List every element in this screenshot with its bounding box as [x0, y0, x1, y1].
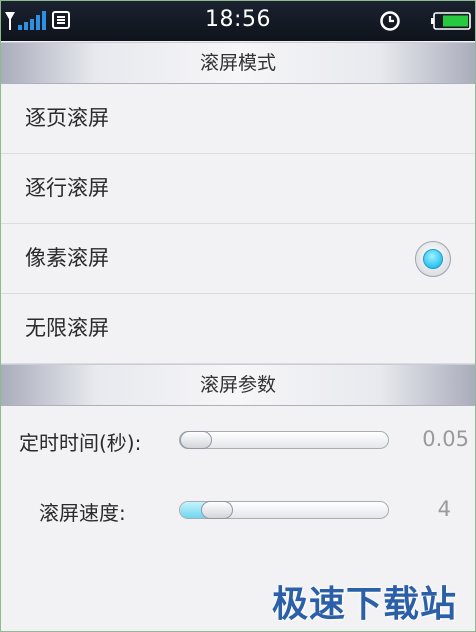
- option-label: 逐行滚屏: [25, 176, 109, 200]
- watermark-logo: 极速下载站: [271, 584, 457, 625]
- radio-selected-dot: [423, 249, 443, 269]
- timer-value: 0.05: [422, 427, 469, 451]
- battery-icon: [431, 12, 471, 30]
- scroll-mode-option-line[interactable]: 逐行滚屏: [1, 154, 475, 224]
- option-label: 无限滚屏: [25, 316, 109, 340]
- speed-value: 4: [437, 497, 451, 521]
- phone-screen: 18:56 滚屏模式 逐页滚屏 逐行滚屏 像素滚屏 无限滚屏 滚屏参数 定时时间…: [0, 0, 476, 632]
- scroll-mode-option-page[interactable]: 逐页滚屏: [1, 84, 475, 154]
- scroll-mode-header: 滚屏模式: [1, 42, 475, 84]
- option-label: 逐页滚屏: [25, 106, 109, 130]
- scroll-mode-option-pixel[interactable]: 像素滚屏: [1, 224, 475, 294]
- timer-slider-thumb[interactable]: [180, 431, 212, 449]
- speed-slider[interactable]: [179, 501, 389, 519]
- timer-label: 定时时间(秒):: [19, 431, 142, 455]
- status-time: 18:56: [205, 7, 271, 32]
- option-label: 像素滚屏: [25, 246, 109, 270]
- speed-label: 滚屏速度:: [39, 501, 126, 525]
- scroll-mode-option-infinite[interactable]: 无限滚屏: [1, 294, 475, 364]
- status-bar: 18:56: [1, 1, 475, 41]
- scroll-params-header: 滚屏参数: [1, 364, 475, 406]
- selected-radio-button[interactable]: [415, 241, 451, 277]
- speed-slider-thumb[interactable]: [201, 501, 234, 519]
- timer-slider[interactable]: [179, 431, 389, 449]
- alarm-clock-icon: [380, 11, 400, 31]
